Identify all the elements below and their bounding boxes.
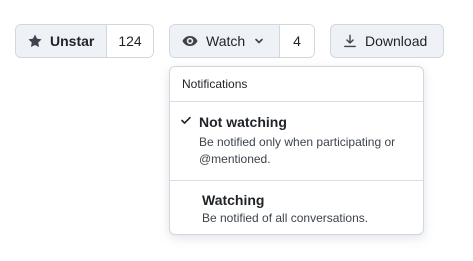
menu-item-watching[interactable]: Watching Be notified of all conversation… bbox=[170, 181, 423, 234]
download-icon bbox=[343, 34, 357, 48]
menu-item-not-watching[interactable]: Not watching Be notified only when parti… bbox=[170, 102, 423, 181]
watch-button-group: Watch 4 bbox=[169, 24, 315, 58]
star-button-group: Unstar 124 bbox=[15, 24, 154, 58]
download-button[interactable]: Download bbox=[330, 24, 444, 58]
watch-label: Watch bbox=[206, 33, 246, 49]
check-icon bbox=[180, 114, 192, 126]
star-count[interactable]: 124 bbox=[107, 25, 153, 57]
download-label: Download bbox=[365, 33, 428, 49]
menu-header: Notifications bbox=[170, 67, 423, 102]
chevron-down-icon bbox=[254, 36, 264, 46]
unstar-label: Unstar bbox=[50, 33, 95, 49]
menu-item-title: Watching bbox=[202, 192, 265, 208]
menu-item-description: Be notified of all conversations. bbox=[202, 211, 369, 225]
watch-count[interactable]: 4 bbox=[280, 25, 314, 57]
eye-icon bbox=[182, 33, 198, 49]
menu-item-title: Not watching bbox=[199, 114, 287, 130]
watch-button[interactable]: Watch bbox=[170, 25, 280, 57]
star-icon bbox=[28, 34, 42, 48]
menu-item-description: Be notified only when participating or @… bbox=[199, 135, 396, 166]
unstar-button[interactable]: Unstar bbox=[16, 25, 107, 57]
notifications-menu: Notifications Not watching Be notified o… bbox=[169, 66, 424, 235]
